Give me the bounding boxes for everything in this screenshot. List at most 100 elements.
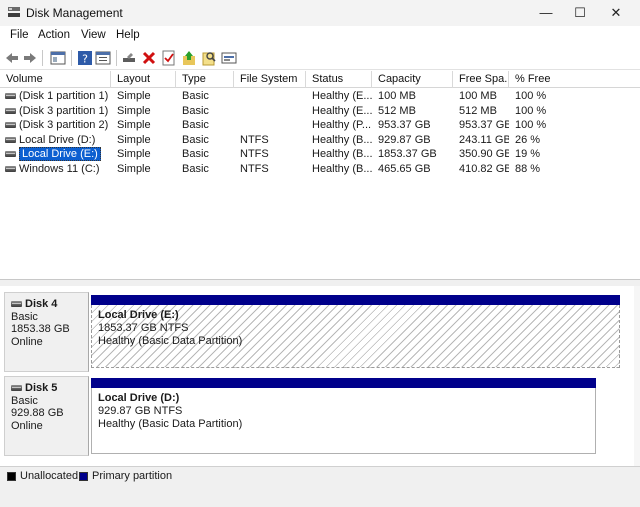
- close-button[interactable]: ✕: [594, 0, 638, 26]
- menu-action[interactable]: Action: [38, 29, 70, 41]
- partition-body: Local Drive (E:) 1853.37 GB NTFS Healthy…: [91, 305, 620, 368]
- vertical-scrollbar[interactable]: [634, 286, 640, 466]
- drive-icon: [5, 136, 16, 143]
- partition-title: Local Drive (E:): [98, 309, 179, 321]
- cell-pct: 100 %: [515, 90, 547, 102]
- volume-label: Windows 11 (C:): [19, 163, 100, 175]
- cell-pct: 88 %: [515, 163, 541, 175]
- column-free-space[interactable]: Free Spa...: [453, 71, 509, 88]
- cell-status: Healthy (B...: [312, 163, 372, 175]
- partition-body: Local Drive (D:) 929.87 GB NTFS Healthy …: [91, 388, 596, 454]
- cell-pct: 26 %: [515, 133, 541, 146]
- drive-icon: [5, 107, 16, 114]
- cell-capacity: 100 MB: [378, 90, 416, 102]
- column-file-system[interactable]: File System: [234, 71, 306, 88]
- cell-type: Basic: [182, 119, 209, 132]
- cell-free: 100 MB: [459, 90, 497, 102]
- disk-state: Online: [11, 419, 43, 432]
- menu-bar: File Action View Help: [0, 26, 640, 46]
- volume-label: Local Drive (D:): [19, 133, 96, 146]
- cell-volume: (Disk 1 partition 1): [0, 89, 111, 103]
- table-row[interactable]: (Disk 3 partition 1) Simple Basic Healthy (…: [0, 104, 640, 119]
- column-type[interactable]: Type: [176, 71, 234, 88]
- delete-icon[interactable]: [141, 50, 157, 66]
- cell-fs: [234, 104, 306, 118]
- volume-label: (Disk 3 partition 1): [19, 104, 109, 117]
- cell-volume: Windows 11 (C:): [0, 162, 111, 176]
- properties-icon[interactable]: [95, 50, 111, 66]
- cell-status: Healthy (E...: [312, 90, 372, 102]
- cell-volume: Local Drive (E:): [0, 147, 111, 162]
- table-row[interactable]: (Disk 1 partition 1) Simple Basic Healthy (…: [0, 89, 640, 104]
- cell-status: Healthy (E...: [312, 104, 372, 117]
- column-capacity[interactable]: Capacity: [372, 71, 453, 88]
- back-icon[interactable]: [4, 50, 20, 66]
- list-header: Volume Layout Type File System Status Ca…: [0, 71, 640, 88]
- drive-icon: [5, 93, 16, 99]
- svg-text:?: ?: [82, 53, 88, 66]
- column-status[interactable]: Status: [306, 71, 372, 88]
- disk-state: Online: [11, 335, 43, 348]
- partition-local-drive-d[interactable]: Local Drive (D:) 929.87 GB NTFS Healthy …: [91, 378, 596, 454]
- toolbar: ?: [0, 46, 640, 70]
- legend-label-primary: Primary partition: [92, 470, 173, 482]
- cell-free: 512 MB: [459, 104, 497, 117]
- table-row[interactable]: Local Drive (D:) Simple Basic NTFS Healthy (…: [0, 133, 640, 148]
- menu-file[interactable]: File: [10, 29, 29, 41]
- cell-layout: Simple: [117, 104, 151, 117]
- up-arrow-icon[interactable]: [181, 50, 197, 66]
- legend-label-unallocated: Unallocated: [20, 470, 79, 482]
- partition-size: 1853.37 GB NTFS: [98, 322, 189, 334]
- partition-status: Healthy (Basic Data Partition): [98, 418, 243, 430]
- table-row[interactable]: Local Drive (E:) Simple Basic NTFS Healthy (…: [0, 147, 640, 162]
- cell-volume: (Disk 3 partition 2): [0, 118, 111, 132]
- volume-list: Volume Layout Type File System Status Ca…: [0, 71, 640, 280]
- cell-volume: (Disk 3 partition 1): [0, 104, 111, 118]
- disk-size: 929.88 GB: [11, 407, 64, 419]
- disk-management-icon: [8, 7, 20, 17]
- connect-icon[interactable]: [121, 50, 137, 66]
- cell-pct: 100 %: [515, 119, 547, 132]
- cell-pct: 19 %: [515, 148, 541, 161]
- disk-info[interactable]: Disk 4 Basic 1853.38 GB Online: [4, 292, 89, 372]
- cell-status: Healthy (P...: [312, 119, 372, 132]
- cell-capacity: 953.37 GB: [378, 119, 431, 132]
- disk-type: Basic: [11, 394, 38, 407]
- cell-fs: [234, 89, 306, 103]
- drive-icon: [5, 122, 16, 129]
- rescan-icon[interactable]: [221, 50, 237, 66]
- cell-volume: Local Drive (D:): [0, 133, 111, 147]
- title-bar: Disk Management — ☐ ✕: [0, 0, 640, 26]
- check-icon[interactable]: [161, 50, 177, 66]
- cell-type: Basic: [182, 104, 209, 117]
- primary-partition-bar: [91, 378, 596, 388]
- table-row[interactable]: Windows 11 (C:) Simple Basic NTFS Healthy (B…: [0, 162, 640, 177]
- cell-type: Basic: [182, 163, 209, 175]
- disk-info[interactable]: Disk 5 Basic 929.88 GB Online: [4, 376, 89, 456]
- disk-size: 1853.38 GB: [11, 323, 70, 335]
- drive-icon: [11, 301, 22, 307]
- cell-fs: NTFS: [240, 148, 269, 161]
- column-layout[interactable]: Layout: [111, 71, 176, 88]
- cell-type: Basic: [182, 133, 209, 146]
- menu-help[interactable]: Help: [116, 29, 140, 41]
- search-icon[interactable]: [201, 50, 217, 66]
- cell-capacity: 929.87 GB: [378, 133, 431, 146]
- drive-icon: [11, 385, 22, 391]
- cell-status: Healthy (B...: [312, 148, 372, 161]
- table-row[interactable]: (Disk 3 partition 2) Simple Basic Healthy (…: [0, 118, 640, 133]
- partition-local-drive-e[interactable]: Local Drive (E:) 1853.37 GB NTFS Healthy…: [91, 295, 620, 368]
- partition-size: 929.87 GB NTFS: [98, 405, 183, 417]
- column-volume[interactable]: Volume: [0, 71, 111, 88]
- cell-fs: NTFS: [240, 133, 269, 146]
- column-percent-free[interactable]: % Free: [509, 71, 640, 88]
- cell-type: Basic: [182, 148, 209, 161]
- cell-layout: Simple: [117, 90, 151, 102]
- legend-swatch-primary: [79, 472, 88, 481]
- console-tree-icon[interactable]: [50, 50, 66, 66]
- menu-view[interactable]: View: [81, 29, 106, 41]
- help-icon[interactable]: ?: [77, 50, 93, 66]
- forward-icon[interactable]: [22, 50, 38, 66]
- cell-free: 243.11 GB: [459, 133, 509, 146]
- cell-fs: [234, 118, 306, 132]
